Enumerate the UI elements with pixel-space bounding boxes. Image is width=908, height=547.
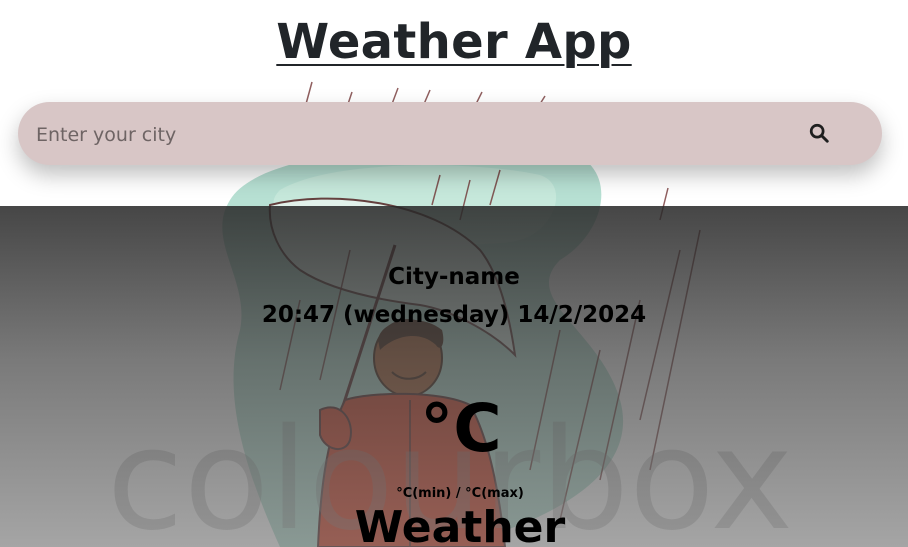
page-title: Weather App [276,14,632,70]
weather-info-panel: City-name 20:47 (wednesday) 14/2/2024 °C… [0,206,908,547]
date-time: 20:47 (wednesday) 14/2/2024 [261,302,647,328]
weather-app-page: colourbox Weather App City-name 20:47 (w… [0,0,908,547]
search-bar [18,102,882,165]
temperature: °C [420,390,502,467]
city-name: City-name [388,264,520,290]
weather-description: Weather [354,502,566,547]
search-button[interactable] [804,119,834,149]
city-search-input[interactable] [34,114,778,156]
min-max-temperature: °C(min) / °C(max) [396,486,524,501]
search-icon [809,123,829,143]
